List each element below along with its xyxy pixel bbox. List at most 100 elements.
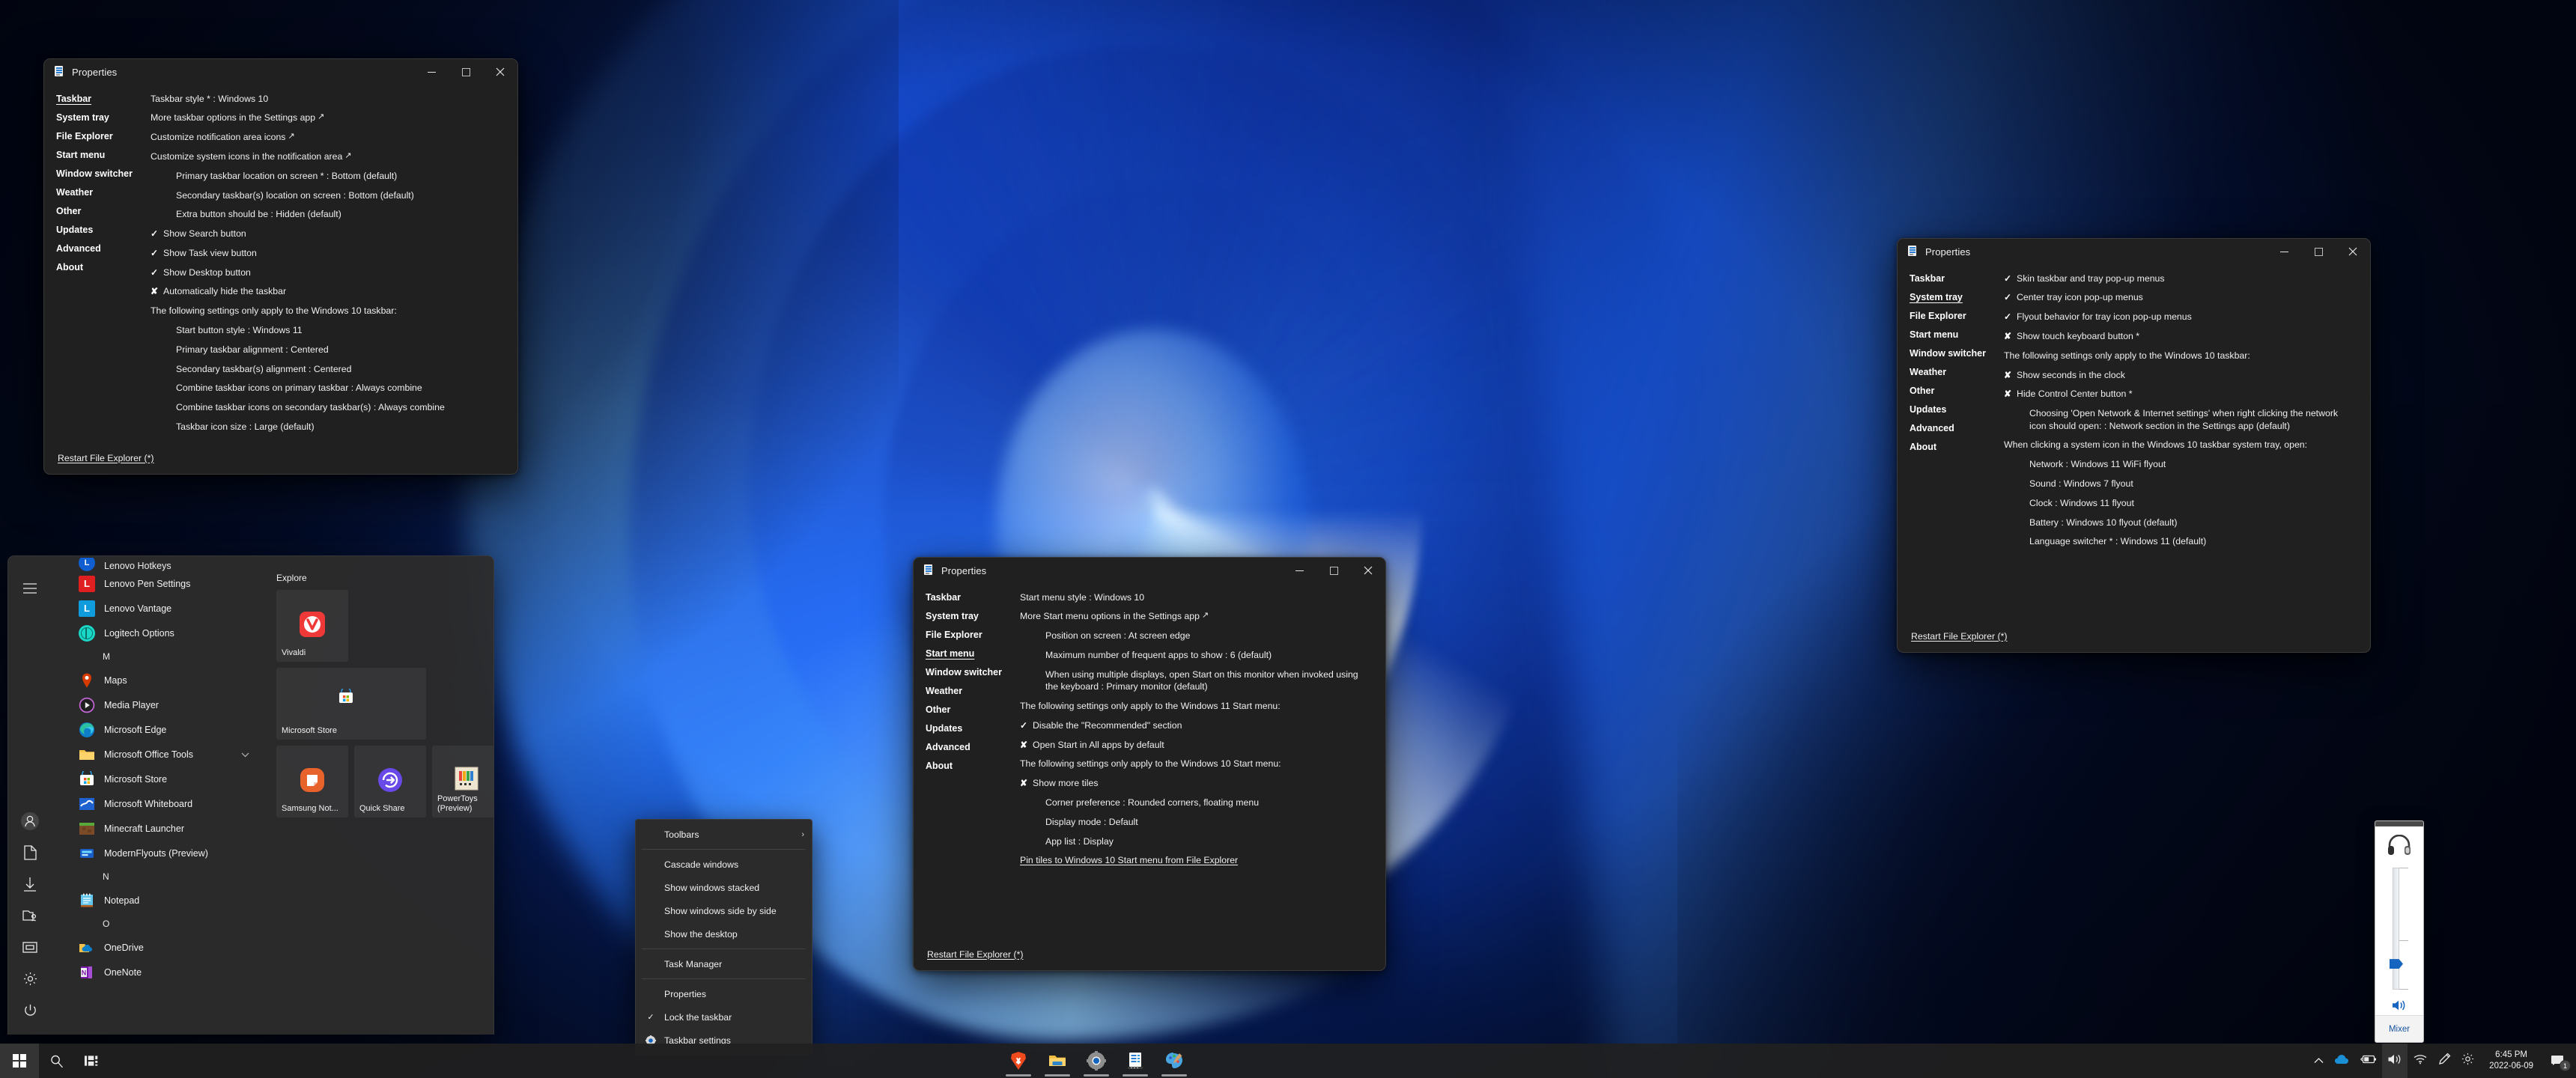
setting-row[interactable]: ✓ Skin taskbar and tray pop-up menus xyxy=(2004,269,2357,288)
nav-item-system-tray[interactable]: System tray xyxy=(1910,287,1987,306)
properties-window-start-menu[interactable]: Properties Taskbar System tray File Explor… xyxy=(913,557,1386,971)
nav-item-about[interactable]: About xyxy=(926,756,1003,775)
search-button[interactable] xyxy=(39,1044,73,1078)
setting-row[interactable]: ✓ Show Search button xyxy=(151,224,504,243)
tray-onedrive-button[interactable] xyxy=(2329,1044,2355,1078)
mixer-link[interactable]: Mixer xyxy=(2375,1015,2423,1042)
close-button[interactable] xyxy=(2336,239,2370,264)
setting-row[interactable]: ✘ Open Start in All apps by default xyxy=(1020,735,1372,755)
context-menu-item[interactable]: Show windows side by side xyxy=(636,899,812,922)
nav-item-file-explorer[interactable]: File Explorer xyxy=(926,625,1003,644)
taskbar-app-brave-browser[interactable] xyxy=(999,1044,1038,1078)
file-cabinet-icon[interactable] xyxy=(13,931,46,963)
minimize-button[interactable] xyxy=(1282,558,1316,583)
tray-network-button[interactable] xyxy=(2408,1044,2433,1078)
nav-item-updates[interactable]: Updates xyxy=(926,719,1003,737)
nav-item-system-tray[interactable]: System tray xyxy=(926,606,1003,625)
setting-row[interactable]: ✓ Show Desktop button xyxy=(151,263,504,282)
nav-item-advanced[interactable]: Advanced xyxy=(926,737,1003,756)
start-tile[interactable]: Vivaldi xyxy=(276,590,348,662)
downloads-icon[interactable] xyxy=(13,868,46,900)
nav-item-file-explorer[interactable]: File Explorer xyxy=(1910,306,1987,325)
system-tray[interactable]: 6:45 PM 2022-06-09 1 xyxy=(2308,1044,2576,1078)
app-list-item[interactable]: Logitech Options xyxy=(52,621,263,645)
app-list-item[interactable]: Microsoft Store xyxy=(52,767,263,791)
taskbar-clock[interactable]: 6:45 PM 2022-06-09 xyxy=(2479,1044,2543,1078)
taskbar-pinned-apps[interactable] xyxy=(999,1044,1194,1078)
properties-window-taskbar[interactable]: Properties Taskbar System tray File Explor… xyxy=(43,58,518,475)
pictures-icon[interactable] xyxy=(13,900,46,931)
settings-nav[interactable]: Taskbar System tray File Explorer Start men… xyxy=(44,86,134,451)
start-tile[interactable]: Microsoft Store xyxy=(276,668,426,740)
nav-item-updates[interactable]: Updates xyxy=(1910,400,1987,418)
nav-item-system-tray[interactable]: System tray xyxy=(56,108,134,127)
app-list-item[interactable]: Microsoft Edge xyxy=(52,717,263,742)
setting-row[interactable]: ✘ Hide Control Center button * xyxy=(2004,385,2357,404)
app-list-item[interactable]: L Lenovo Vantage xyxy=(52,596,263,621)
nav-item-weather[interactable]: Weather xyxy=(56,183,134,201)
setting-row[interactable]: Customize system icons in the notificati… xyxy=(151,147,504,166)
tray-volume-button[interactable] xyxy=(2382,1044,2408,1078)
context-menu-item[interactable]: Cascade windows xyxy=(636,853,812,876)
tray-battery-button[interactable] xyxy=(2355,1044,2382,1078)
setting-row[interactable]: More taskbar options in the Settings app… xyxy=(151,109,504,128)
tray-settings-button[interactable] xyxy=(2456,1044,2479,1078)
app-list-item[interactable]: Maps xyxy=(52,668,263,692)
setting-row[interactable]: ✘ Automatically hide the taskbar xyxy=(151,282,504,302)
nav-item-weather[interactable]: Weather xyxy=(1910,362,1987,381)
nav-item-other[interactable]: Other xyxy=(1910,381,1987,400)
context-menu-item[interactable]: Show windows stacked xyxy=(636,876,812,899)
restart-file-explorer-link[interactable]: Restart File Explorer (*) xyxy=(927,949,1023,960)
volume-slider[interactable] xyxy=(2375,856,2423,1015)
tray-pen-button[interactable] xyxy=(2433,1044,2456,1078)
nav-item-start-menu[interactable]: Start menu xyxy=(926,644,1003,663)
taskbar-app-file-explorer[interactable] xyxy=(1038,1044,1077,1078)
taskbar-app-settings[interactable] xyxy=(1077,1044,1116,1078)
chevron-down-icon[interactable] xyxy=(241,749,249,760)
nav-item-window-switcher[interactable]: Window switcher xyxy=(1910,344,1987,362)
setting-row[interactable]: More Start menu options in the Settings … xyxy=(1020,607,1372,627)
taskbar-context-menu[interactable]: Toolbars › Cascade windows Show windows sta… xyxy=(635,819,812,1056)
context-menu-item[interactable]: ✓ Lock the taskbar xyxy=(636,1005,812,1029)
nav-item-start-menu[interactable]: Start menu xyxy=(1910,325,1987,344)
nav-item-start-menu[interactable]: Start menu xyxy=(56,145,134,164)
context-menu-item[interactable]: Toolbars › xyxy=(636,823,812,846)
app-list-item[interactable]: Microsoft Office Tools xyxy=(52,742,263,767)
setting-row[interactable]: Pin tiles to Windows 10 Start menu from … xyxy=(1020,851,1372,871)
taskbar-app-explorer-patcher-properties[interactable] xyxy=(1116,1044,1155,1078)
settings-nav[interactable]: Taskbar System tray File Explorer Start men… xyxy=(914,585,1003,948)
app-list-item[interactable]: N OneNote xyxy=(52,960,263,984)
close-button[interactable] xyxy=(1351,558,1385,583)
minimize-button[interactable] xyxy=(2267,239,2301,264)
tile-grid[interactable]: Vivaldi Microsoft Store Samsung Not... Quic… xyxy=(276,590,493,817)
app-list-item[interactable]: L Lenovo Hotkeys xyxy=(52,558,263,571)
hamburger-icon[interactable] xyxy=(13,573,46,604)
window-controls[interactable] xyxy=(2267,239,2370,264)
taskbar[interactable]: 6:45 PM 2022-06-09 1 xyxy=(0,1044,2576,1078)
nav-item-about[interactable]: About xyxy=(1910,437,1987,456)
app-list-item[interactable]: OneDrive xyxy=(52,935,263,960)
app-list-item[interactable]: Minecraft Launcher xyxy=(52,816,263,841)
nav-item-advanced[interactable]: Advanced xyxy=(1910,418,1987,437)
start-menu-all-apps-list[interactable]: L Lenovo Hotkeys L Lenovo Pen Settings L Leno… xyxy=(52,556,263,1035)
nav-item-other[interactable]: Other xyxy=(926,700,1003,719)
nav-item-window-switcher[interactable]: Window switcher xyxy=(926,663,1003,681)
start-tile[interactable]: Samsung Not... xyxy=(276,746,348,817)
documents-icon[interactable] xyxy=(13,837,46,868)
notification-center-button[interactable]: 1 xyxy=(2543,1044,2573,1078)
volume-flyout[interactable]: Mixer xyxy=(2375,820,2424,1043)
setting-row[interactable]: Customize notification area icons ↗ xyxy=(151,128,504,147)
app-list-item[interactable]: Notepad xyxy=(52,888,263,913)
app-list-item[interactable]: L Lenovo Pen Settings xyxy=(52,571,263,596)
minimize-button[interactable] xyxy=(414,59,449,85)
nav-item-updates[interactable]: Updates xyxy=(56,220,134,239)
task-view-button[interactable] xyxy=(73,1044,108,1078)
mute-toggle-button[interactable] xyxy=(2375,999,2423,1012)
power-icon[interactable] xyxy=(13,994,46,1026)
app-list-item[interactable]: ModernFlyouts (Preview) xyxy=(52,841,263,865)
restart-file-explorer-link[interactable]: Restart File Explorer (*) xyxy=(58,453,154,463)
setting-row[interactable]: ✓ Flyout behavior for tray icon pop-up me… xyxy=(2004,308,2357,327)
maximize-button[interactable] xyxy=(1316,558,1351,583)
start-button[interactable] xyxy=(0,1044,39,1078)
nav-item-taskbar[interactable]: Taskbar xyxy=(926,588,1003,606)
